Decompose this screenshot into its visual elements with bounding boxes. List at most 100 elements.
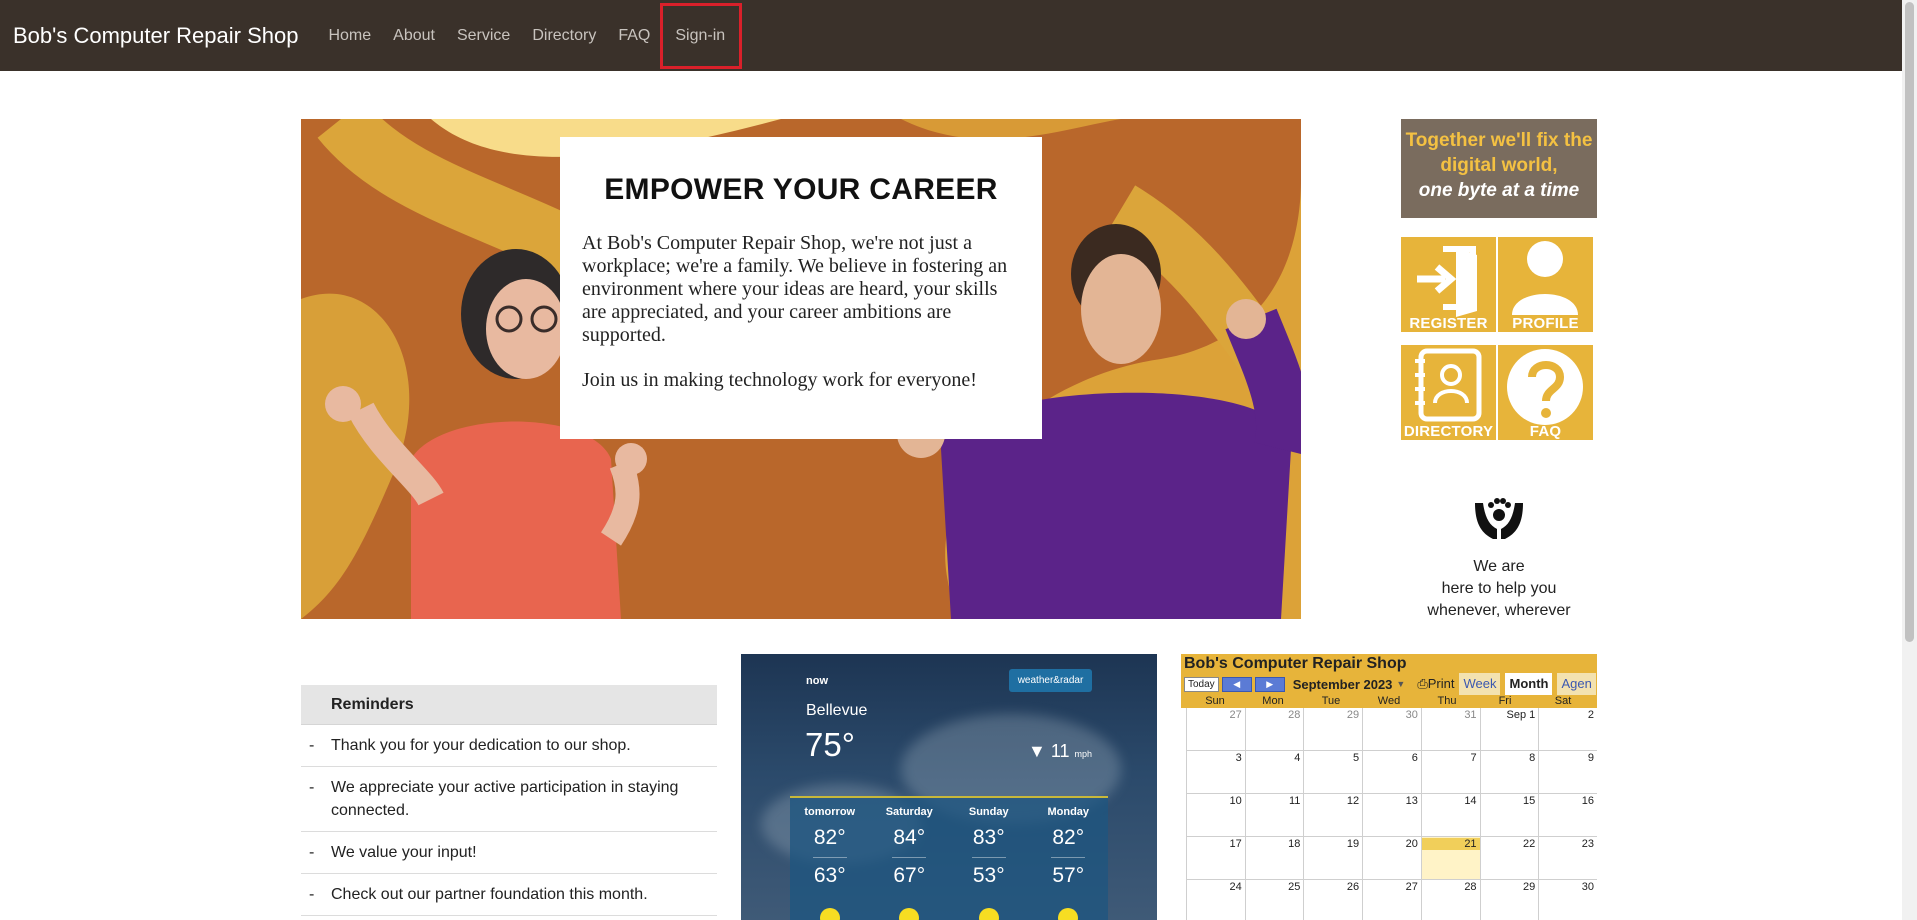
- calendar-weekday: Sun: [1205, 695, 1225, 707]
- page-scrollbar[interactable]: [1902, 0, 1917, 920]
- top-navbar: Bob's Computer Repair Shop Home About Se…: [0, 0, 1917, 71]
- calendar-day-cell[interactable]: 30: [1538, 880, 1597, 920]
- calendar-weekday: Wed: [1377, 695, 1401, 707]
- reminder-text: We value your input!: [331, 844, 477, 861]
- calendar-month-label[interactable]: September 2023: [1293, 677, 1393, 692]
- calendar-day-cell[interactable]: 16: [1538, 794, 1597, 837]
- wind-arrow-icon: ▼: [1028, 741, 1046, 761]
- calendar-day-cell[interactable]: Sep 1: [1479, 708, 1539, 751]
- list-item: - We value your input!: [301, 832, 717, 874]
- help-section: We are here to help you whenever, wherev…: [1401, 493, 1597, 622]
- calendar-next-button[interactable]: ▶: [1254, 676, 1285, 692]
- forecast-day: tomorrow 82° 63°: [790, 798, 870, 920]
- nav-links: Home About Service Directory FAQ Sign-in: [316, 2, 743, 69]
- calendar-day-cell[interactable]: 24: [1186, 880, 1245, 920]
- paw-hands-icon: [1475, 498, 1523, 539]
- list-item: - Check out our partner foundation this m…: [301, 874, 717, 916]
- calendar-day-cell[interactable]: 10: [1186, 794, 1245, 837]
- tagline-banner: Together we'll fix the digital world, on…: [1401, 119, 1597, 218]
- calendar-day-cell[interactable]: 19: [1303, 837, 1363, 880]
- nav-service[interactable]: Service: [457, 27, 520, 45]
- help-line2: here to help you: [1441, 580, 1557, 597]
- calendar-print-button[interactable]: ⎙Print: [1417, 676, 1454, 692]
- list-item: - We appreciate your active participation…: [301, 767, 717, 832]
- calendar-title: Bob's Computer Repair Shop: [1181, 654, 1597, 673]
- weather-brand-badge[interactable]: weather&radar: [1009, 669, 1092, 692]
- hero-body: At Bob's Computer Repair Shop, we're not…: [582, 232, 1008, 346]
- calendar-day-cell[interactable]: 28: [1244, 708, 1304, 751]
- calendar-day-cell[interactable]: 14: [1420, 794, 1480, 837]
- sun-icon: [1058, 908, 1079, 920]
- calendar-day-cell[interactable]: 20: [1362, 837, 1421, 880]
- calendar-day-cell[interactable]: 9: [1538, 751, 1597, 794]
- hero-title: EMPOWER YOUR CAREER: [604, 173, 998, 206]
- weather-city: Bellevue: [806, 702, 868, 719]
- forecast-day: Monday 82° 57°: [1029, 798, 1109, 920]
- reminders-title: Reminders: [301, 685, 717, 725]
- calendar-prev-button[interactable]: ◀: [1221, 676, 1252, 692]
- calendar-tab-agenda[interactable]: Agen: [1557, 673, 1596, 695]
- reminder-text: We appreciate your active participation …: [331, 779, 679, 819]
- calendar-day-cell[interactable]: 30: [1362, 708, 1421, 751]
- nav-home[interactable]: Home: [328, 27, 381, 45]
- calendar-weekday: Thu: [1437, 695, 1457, 707]
- calendar-day-cell[interactable]: 3: [1186, 751, 1245, 794]
- calendar-day-cell[interactable]: 4: [1244, 751, 1304, 794]
- calendar-day-cell[interactable]: 15: [1479, 794, 1539, 837]
- calendar-tab-month[interactable]: Month: [1505, 673, 1553, 695]
- calendar-day-cell[interactable]: 18: [1244, 837, 1304, 880]
- sun-icon: [978, 908, 999, 920]
- calendar-day-cell[interactable]: 6: [1362, 751, 1421, 794]
- sun-icon: [819, 908, 840, 920]
- calendar-day-cell[interactable]: 29: [1303, 708, 1363, 751]
- calendar-widget: Bob's Computer Repair Shop Today ◀ ▶ Sep…: [1181, 654, 1597, 920]
- scrollbar-thumb[interactable]: [1905, 2, 1914, 642]
- calendar-day-cell[interactable]: 12: [1303, 794, 1363, 837]
- nav-signin[interactable]: Sign-in: [660, 2, 743, 69]
- calendar-day-cell[interactable]: 22: [1479, 837, 1539, 880]
- calendar-day-cell[interactable]: 11: [1244, 794, 1304, 837]
- hero-join: Join us in making technology work for ev…: [582, 369, 977, 391]
- calendar-day-cell[interactable]: 5: [1303, 751, 1363, 794]
- chevron-down-icon[interactable]: ▼: [1396, 679, 1405, 689]
- faq-label: FAQ: [1529, 423, 1562, 440]
- calendar-weekday: Sat: [1554, 695, 1572, 707]
- help-line1: We are: [1473, 558, 1525, 575]
- calendar-day-cell[interactable]: 29: [1479, 880, 1539, 920]
- nav-directory[interactable]: Directory: [532, 27, 606, 45]
- register-tile[interactable]: REGISTER: [1401, 237, 1496, 332]
- calendar-day-cell[interactable]: 2: [1538, 708, 1597, 751]
- calendar-day-cell[interactable]: 17: [1186, 837, 1245, 880]
- calendar-day-cell[interactable]: 27: [1186, 708, 1245, 751]
- weather-wind: ▼ 11 mph: [1028, 741, 1093, 761]
- nav-about[interactable]: About: [393, 27, 445, 45]
- faq-tile[interactable]: FAQ: [1498, 345, 1593, 440]
- calendar-day-cell[interactable]: 21: [1420, 837, 1480, 880]
- nav-faq[interactable]: FAQ: [618, 27, 660, 45]
- calendar-day-cell[interactable]: 26: [1303, 880, 1362, 920]
- site-brand[interactable]: Bob's Computer Repair Shop: [13, 23, 298, 49]
- profile-label: PROFILE: [1512, 315, 1579, 332]
- calendar-tab-week[interactable]: Week: [1459, 673, 1501, 695]
- calendar-day-cell[interactable]: 8: [1479, 751, 1539, 794]
- calendar-day-cell[interactable]: 27: [1362, 880, 1421, 920]
- hero-banner: EMPOWER YOUR CAREER At Bob's Computer Re…: [301, 119, 1301, 619]
- calendar-today-button[interactable]: Today: [1184, 676, 1219, 692]
- directory-tile[interactable]: DIRECTORY: [1401, 345, 1496, 440]
- calendar-day-cell[interactable]: 25: [1244, 880, 1304, 920]
- weather-current-temp: 75°: [805, 726, 855, 763]
- weather-widget[interactable]: now weather&radar Bellevue 75° ▼ 11 mph …: [741, 654, 1157, 920]
- calendar-weekday-header: Sun Mon Tue Wed Thu Fri Sat: [1181, 695, 1597, 708]
- printer-icon: ⎙: [1417, 676, 1428, 691]
- calendar-day-cell[interactable]: 31: [1420, 708, 1480, 751]
- calendar-day-cell[interactable]: 13: [1362, 794, 1421, 837]
- calendar-month-grid: 27 28 29 30 31 Sep 1 2 3 4 5 6 7 8 9 10 11 12 13 14 15 16 17 1…: [1181, 708, 1597, 920]
- calendar-day-cell[interactable]: 23: [1538, 837, 1597, 880]
- reminder-text: Check out our partner foundation this mo…: [331, 886, 648, 903]
- tagline-line1: Together we'll fix the: [1405, 130, 1593, 151]
- calendar-day-cell[interactable]: 7: [1420, 751, 1480, 794]
- forecast-day: Saturday 84° 67°: [870, 798, 950, 920]
- profile-tile[interactable]: PROFILE: [1498, 237, 1593, 332]
- reminders-panel: Reminders - Thank you for your dedication…: [301, 685, 717, 916]
- calendar-day-cell[interactable]: 28: [1420, 880, 1480, 920]
